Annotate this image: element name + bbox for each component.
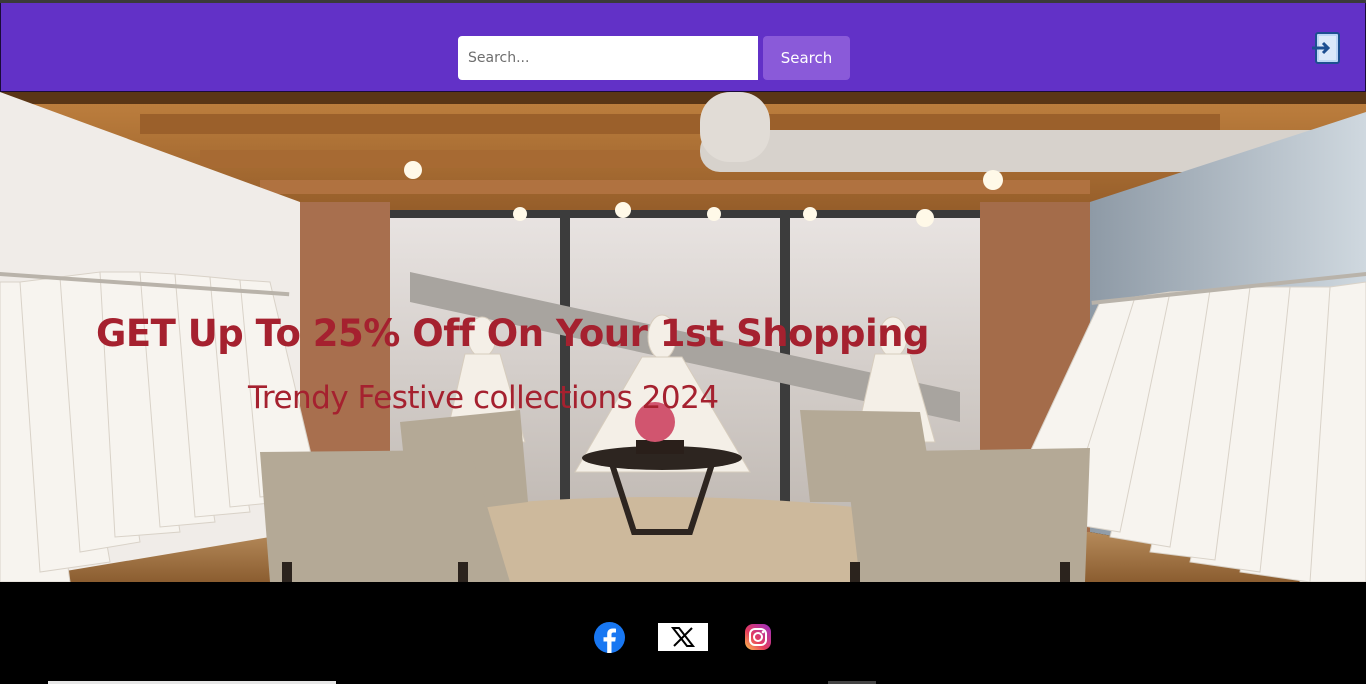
search-input[interactable]	[458, 36, 758, 80]
x-twitter-icon[interactable]	[658, 623, 708, 651]
footer	[0, 582, 1366, 684]
facebook-icon[interactable]	[594, 622, 625, 653]
instagram-icon[interactable]	[744, 623, 772, 651]
top-navbar: Search	[0, 3, 1366, 92]
hero-subtitle: Trendy Festive collections 2024	[248, 380, 719, 416]
search-button[interactable]: Search	[763, 36, 850, 80]
hero-banner: GET Up To 25% Off On Your 1st Shopping T…	[0, 92, 1366, 582]
hero-title: GET Up To 25% Off On Your 1st Shopping	[96, 312, 929, 355]
login-icon[interactable]	[1310, 31, 1342, 65]
